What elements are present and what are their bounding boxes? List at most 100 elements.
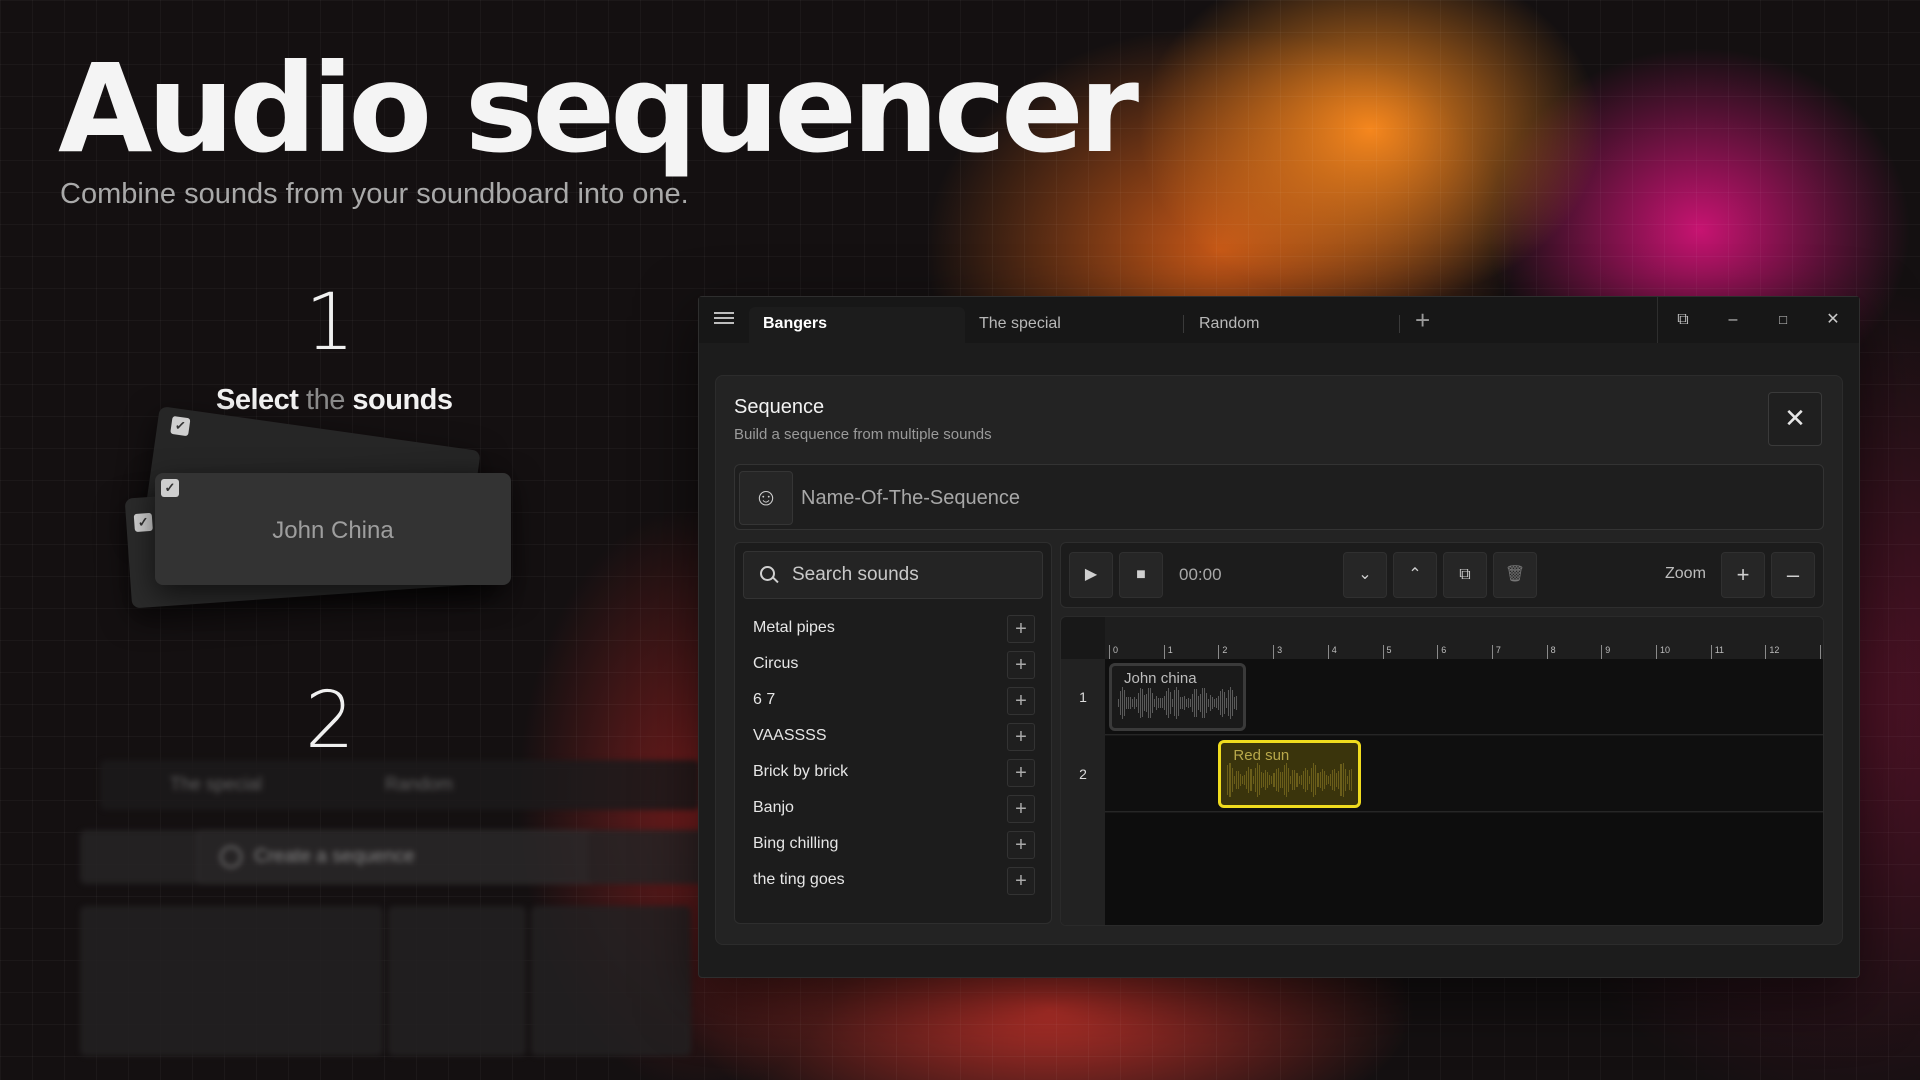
create-sequence-button: Create a sequence [197,830,617,884]
hamburger-menu-icon[interactable] [713,309,735,331]
preview-tab: Random [385,774,454,794]
sound-list-panel: Metal pipes + Circus + 6 7 + VAASSSS + B… [734,542,1052,924]
ruler-tick: 1 [1820,645,1823,659]
create-sequence-label: Create a sequence [254,846,415,867]
tab-the-special[interactable]: The special [965,307,1165,343]
add-sound-button[interactable]: + [1007,723,1035,751]
sound-label: VAASSSS [753,727,827,744]
waveform [1227,761,1353,799]
step-1-caption: Select the sounds [216,384,453,417]
checkbox-icon: ✓ [161,479,179,497]
checkbox-icon: ✓ [133,512,153,533]
list-item: Metal pipes + [735,611,1053,647]
sound-label: the ting goes [753,871,845,888]
ruler-tick: 2 [1218,645,1227,659]
zoom-in-button[interactable]: + [1721,552,1765,598]
sound-card: ✓ John China [155,473,511,585]
chevron-up-icon[interactable]: ⌃ [1393,552,1437,598]
ruler-tick: 0 [1109,645,1118,659]
stop-icon[interactable]: ■ [1119,552,1163,598]
sound-label: Banjo [753,799,794,816]
duplicate-icon[interactable]: ⧉ [1443,552,1487,598]
ruler-tick: 3 [1273,645,1282,659]
tab-divider [1183,315,1184,333]
search-icon [758,564,780,586]
list-item: Circus + [735,647,1053,683]
ruler-tick: 11 [1710,645,1724,659]
tab-divider [1399,315,1400,333]
ruler-tick: 7 [1491,645,1501,659]
empty-lane-area[interactable] [1105,813,1823,925]
tab-random[interactable]: Random [1185,307,1385,343]
preview-tile [531,906,691,1056]
sequence-name-row: ☺ [734,464,1824,530]
list-item: Brick by brick + [735,755,1053,791]
preview-tab: The special [170,774,263,794]
step-2-number: 2 [305,676,355,766]
list-item: VAASSSS + [735,719,1053,755]
add-sound-button[interactable]: + [1007,651,1035,679]
preview-tabbar: The special Random [100,760,700,810]
hero-title: Audio sequencer [58,38,1139,180]
add-sound-button[interactable]: + [1007,795,1035,823]
minimize-button[interactable]: – [1713,305,1753,335]
timeline: 01234567891011121 1 John china 2 Red sun [1060,616,1824,926]
step-1-caption-dim: the [306,384,345,416]
sound-label: Bing chilling [753,835,839,852]
search-input[interactable] [792,558,1032,592]
add-sound-button[interactable]: + [1007,867,1035,895]
ruler-tick: 10 [1656,645,1670,659]
sequence-name-input[interactable] [801,473,1811,523]
picture-in-picture-icon[interactable]: ⧉ [1663,305,1703,335]
track-number: 2 [1079,766,1087,782]
playback-time: 00:00 [1179,565,1222,584]
track-lane[interactable]: Red sun [1105,736,1823,812]
title-bar: Bangers The special Random + ⧉ – □ ✕ [699,297,1859,343]
add-sound-button[interactable]: + [1007,831,1035,859]
maximize-button[interactable]: □ [1763,305,1803,335]
panel-title: Sequence [734,396,825,418]
add-sound-button[interactable]: + [1007,615,1035,643]
player-toolbar: ▶ ■ 00:00 ⌄ ⌃ ⧉ 🗑 Zoom + – [1060,542,1824,608]
hero-subtitle: Combine sounds from your soundboard into… [60,178,689,210]
zoom-label: Zoom [1665,565,1706,582]
play-icon[interactable]: ▶ [1069,552,1113,598]
app-window: Bangers The special Random + ⧉ – □ ✕ Seq… [698,296,1860,978]
ruler-tick: 4 [1327,645,1337,659]
ruler-tick: 6 [1437,645,1446,659]
audio-clip[interactable]: Red sun [1218,740,1361,808]
close-window-button[interactable]: ✕ [1813,305,1853,335]
list-item: Bing chilling + [735,827,1053,863]
ruler-tick: 8 [1546,645,1556,659]
trash-icon[interactable]: 🗑 [1493,552,1537,598]
tab-bangers[interactable]: Bangers [749,307,965,343]
add-sound-button[interactable]: + [1007,687,1035,715]
search-box [743,551,1043,599]
audio-clip[interactable]: John china [1109,663,1246,731]
preview-tile [388,906,526,1056]
add-sound-button[interactable]: + [1007,759,1035,787]
timeline-ruler[interactable]: 01234567891011121 [1105,617,1823,659]
sound-label: Metal pipes [753,619,835,636]
list-item: 6 7 + [735,683,1053,719]
step-1-caption-a: Select [216,384,299,416]
add-tab-icon[interactable]: + [1415,307,1430,333]
sequence-panel: Sequence Build a sequence from multiple … [715,375,1843,945]
panel-subtitle: Build a sequence from multiple sounds [734,426,992,443]
audio-icon [220,846,242,868]
sound-label: 6 7 [753,691,776,708]
zoom-out-button[interactable]: – [1771,552,1815,598]
step-1-caption-b: sounds [352,384,453,416]
close-panel-button[interactable]: ✕ [1768,392,1822,446]
sound-label: Brick by brick [753,763,849,780]
track-number: 1 [1079,689,1087,705]
ruler-tick: 12 [1765,645,1779,659]
preview-tile [245,906,383,1056]
ruler-tick: 5 [1382,645,1392,659]
sound-label: Circus [753,655,799,672]
step-2-preview: The special Random Create a sequence [40,760,728,1070]
chevron-down-icon[interactable]: ⌄ [1343,552,1387,598]
emoji-picker-icon[interactable]: ☺ [739,471,793,525]
track-lane[interactable]: John china [1105,659,1823,735]
checkbox-icon: ✓ [170,415,191,437]
